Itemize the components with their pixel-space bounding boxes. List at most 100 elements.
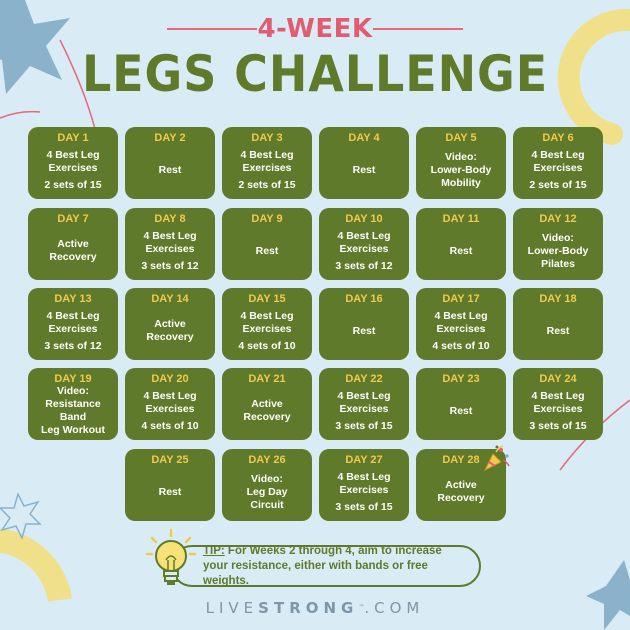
page-subtitle: 4-WEEK — [257, 14, 373, 44]
day-content: 4 Best Leg Exercises 4 sets of 10 — [420, 306, 502, 356]
day-label: DAY 21 — [248, 373, 286, 385]
day-label: DAY 17 — [442, 293, 480, 305]
day-cell: DAY 17 4 Best Leg Exercises 4 sets of 10 — [416, 288, 506, 360]
day-cell: DAY 24 4 Best Leg Exercises 3 sets of 15 — [513, 368, 603, 440]
subtitle-rule-right — [373, 28, 463, 30]
day-label: DAY 15 — [248, 293, 286, 305]
day-label: DAY 5 — [445, 132, 477, 144]
day-cell: DAY 9 Rest — [222, 208, 312, 280]
day-activity: Video: Lower-Body Pilates — [527, 231, 589, 270]
day-cell: DAY 6 4 Best Leg Exercises 2 sets of 15 — [513, 127, 603, 199]
day-cell: DAY 19 Video: Resistance Band Leg Workout — [28, 368, 118, 440]
day-activity: Rest — [449, 244, 473, 257]
day-sets: 3 sets of 15 — [529, 419, 587, 432]
tip-box: TIP: For Weeks 2 through 4, aim to incre… — [171, 545, 481, 587]
day-label: DAY 22 — [345, 373, 383, 385]
day-cell: DAY 25 Rest — [125, 449, 215, 521]
day-content: 4 Best Leg Exercises 3 sets of 12 — [129, 226, 211, 276]
party-popper-icon — [483, 445, 510, 472]
day-content: 4 Best Leg Exercises 3 sets of 12 — [323, 226, 405, 276]
day-activity: 4 Best Leg Exercises — [531, 148, 585, 174]
day-label: DAY 3 — [251, 132, 283, 144]
day-content: 4 Best Leg Exercises 2 sets of 15 — [226, 145, 308, 195]
day-sets: 2 sets of 15 — [238, 178, 296, 191]
day-activity: Rest — [449, 404, 473, 417]
tip-body: For Weeks 2 through 4, aim to increase y… — [203, 544, 442, 587]
day-label: DAY 27 — [345, 454, 383, 466]
day-sets: 3 sets of 12 — [141, 259, 199, 272]
page-title: LEGS CHALLENGE — [81, 45, 549, 103]
day-sets: 3 sets of 12 — [335, 259, 393, 272]
day-cell: DAY 27 4 Best Leg Exercises 3 sets of 15 — [319, 449, 409, 521]
day-activity: Rest — [158, 163, 182, 176]
day-activity: 4 Best Leg Exercises — [337, 470, 391, 496]
day-cell: DAY 22 4 Best Leg Exercises 3 sets of 15 — [319, 368, 409, 440]
day-sets: 4 sets of 10 — [141, 419, 199, 432]
yellow-arc-decoration-bottom — [0, 528, 72, 603]
day-cell: DAY 1 4 Best Leg Exercises 2 sets of 15 — [28, 127, 118, 199]
day-label: DAY 13 — [54, 293, 92, 305]
day-content: Video: Leg Day Circuit — [226, 467, 308, 517]
subtitle-rule-left — [167, 28, 257, 30]
day-cell: DAY 13 4 Best Leg Exercises 3 sets of 12 — [28, 288, 118, 360]
day-content: Rest — [517, 306, 599, 356]
logo-suffix: .COM — [364, 599, 425, 617]
day-activity: Rest — [352, 163, 376, 176]
day-content: Active Recovery — [420, 467, 502, 517]
tip-text: TIP: For Weeks 2 through 4, aim to incre… — [203, 544, 469, 589]
day-label: DAY 25 — [151, 454, 189, 466]
day-cell: DAY 11 Rest — [416, 208, 506, 280]
livestrong-logo: LIVESTRONG™.COM — [0, 598, 630, 618]
day-cell: DAY 5 Video: Lower-Body Mobility — [416, 127, 506, 199]
tip-label: TIP: — [203, 544, 225, 557]
day-content: 4 Best Leg Exercises 4 sets of 10 — [226, 306, 308, 356]
day-activity: 4 Best Leg Exercises — [143, 389, 197, 415]
day-label: DAY 6 — [542, 132, 574, 144]
day-cell: DAY 16 Rest — [319, 288, 409, 360]
day-cell: DAY 12 Video: Lower-Body Pilates — [513, 208, 603, 280]
day-cell: DAY 26 Video: Leg Day Circuit — [222, 449, 312, 521]
day-activity: Active Recovery — [49, 238, 97, 263]
day-activity: 4 Best Leg Exercises — [240, 148, 294, 174]
day-label: DAY 7 — [57, 213, 89, 225]
day-content: Video: Resistance Band Leg Workout — [32, 385, 114, 436]
day-content: 4 Best Leg Exercises 3 sets of 15 — [323, 386, 405, 436]
day-activity: 4 Best Leg Exercises — [337, 229, 391, 255]
day-activity: Rest — [255, 244, 279, 257]
day-cell: DAY 23 Rest — [416, 368, 506, 440]
day-activity: 4 Best Leg Exercises — [46, 309, 100, 335]
day-sets: 3 sets of 15 — [335, 419, 393, 432]
day-content: 4 Best Leg Exercises 4 sets of 10 — [129, 386, 211, 436]
day-sets: 3 sets of 12 — [44, 339, 102, 352]
day-sets: 4 sets of 10 — [432, 339, 490, 352]
day-activity: 4 Best Leg Exercises — [143, 229, 197, 255]
day-activity: Video: Lower-Body Mobility — [430, 150, 492, 189]
day-cell: DAY 8 4 Best Leg Exercises 3 sets of 12 — [125, 208, 215, 280]
day-label: DAY 1 — [57, 132, 89, 144]
lightbulb-icon — [146, 528, 196, 585]
starburst-icon-bottom — [586, 560, 630, 630]
day-cell: DAY 7 Active Recovery — [28, 208, 118, 280]
day-content: Rest — [129, 467, 211, 517]
day-activity: Active Recovery — [243, 398, 291, 423]
day-label: DAY 11 — [442, 213, 480, 225]
day-label: DAY 4 — [348, 132, 380, 144]
day-label: DAY 24 — [539, 373, 577, 385]
day-cell: DAY 3 4 Best Leg Exercises 2 sets of 15 — [222, 127, 312, 199]
day-sets: 3 sets of 15 — [335, 500, 393, 513]
day-label: DAY 26 — [248, 454, 286, 466]
day-content: 4 Best Leg Exercises 3 sets of 12 — [32, 306, 114, 356]
day-label: DAY 23 — [442, 373, 480, 385]
day-content: Rest — [420, 226, 502, 276]
title-top: 4-WEEK — [0, 14, 630, 44]
day-cell: DAY 4 Rest — [319, 127, 409, 199]
day-label: DAY 8 — [154, 213, 186, 225]
day-label: DAY 18 — [539, 293, 577, 305]
day-label: DAY 9 — [251, 213, 283, 225]
day-cell: DAY 10 4 Best Leg Exercises 3 sets of 12 — [319, 208, 409, 280]
day-content: 4 Best Leg Exercises 2 sets of 15 — [32, 145, 114, 195]
day-label: DAY 2 — [154, 132, 186, 144]
logo-strong: STRONG — [258, 599, 359, 617]
day-cell: DAY 2 Rest — [125, 127, 215, 199]
day-label: DAY 20 — [151, 373, 189, 385]
